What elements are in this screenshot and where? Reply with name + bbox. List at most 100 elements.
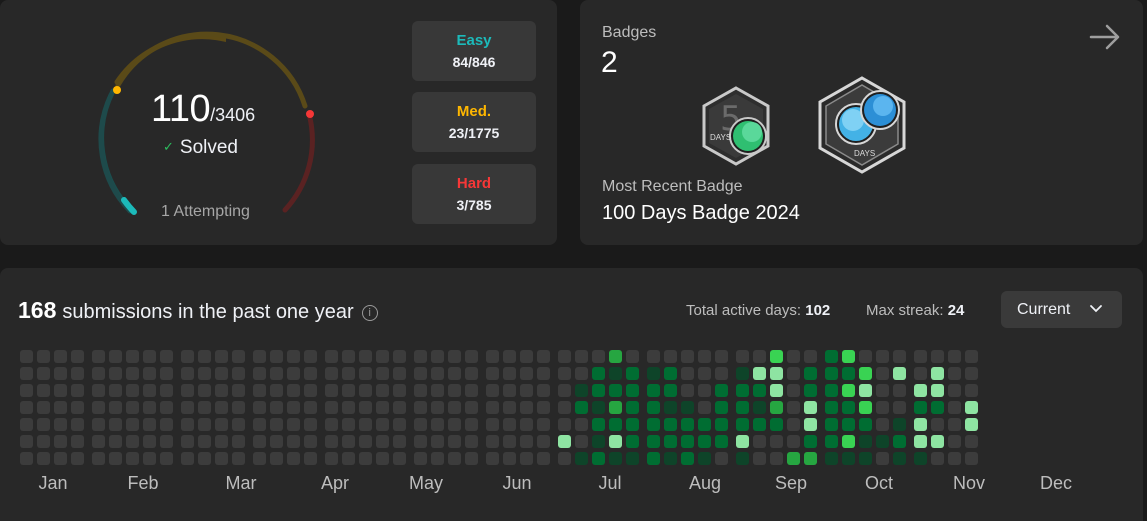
heatmap-cell[interactable] [232, 350, 245, 363]
heatmap-cell[interactable] [253, 418, 266, 431]
heatmap-cell[interactable] [715, 435, 728, 448]
heatmap-cell[interactable] [931, 384, 944, 397]
heatmap-cell[interactable] [681, 401, 694, 414]
heatmap-cell[interactable] [558, 418, 571, 431]
heatmap-cell[interactable] [54, 452, 67, 465]
heatmap-cell[interactable] [376, 350, 389, 363]
heatmap-cell[interactable] [126, 367, 139, 380]
heatmap-cell[interactable] [287, 384, 300, 397]
heatmap-cell[interactable] [325, 350, 338, 363]
heatmap-cell[interactable] [520, 350, 533, 363]
heatmap-cell[interactable] [698, 401, 711, 414]
heatmap-cell[interactable] [431, 401, 444, 414]
heatmap-cell[interactable] [376, 367, 389, 380]
heatmap-cell[interactable] [592, 418, 605, 431]
heatmap-cell[interactable] [681, 350, 694, 363]
heatmap-cell[interactable] [215, 401, 228, 414]
heatmap-cell[interactable] [160, 384, 173, 397]
heatmap-cell[interactable] [893, 350, 906, 363]
heatmap-cell[interactable] [143, 401, 156, 414]
heatmap-cell[interactable] [893, 384, 906, 397]
heatmap-cell[interactable] [143, 367, 156, 380]
heatmap-cell[interactable] [270, 435, 283, 448]
heatmap-cell[interactable] [325, 384, 338, 397]
heatmap-cell[interactable] [876, 418, 889, 431]
heatmap-cell[interactable] [448, 418, 461, 431]
heatmap-cell[interactable] [965, 384, 978, 397]
heatmap-cell[interactable] [842, 435, 855, 448]
heatmap-cell[interactable] [126, 435, 139, 448]
heatmap-cell[interactable] [486, 435, 499, 448]
heatmap-cell[interactable] [215, 350, 228, 363]
heatmap-cell[interactable] [804, 367, 817, 380]
heatmap-cell[interactable] [359, 418, 372, 431]
heatmap-cell[interactable] [698, 384, 711, 397]
heatmap-cell[interactable] [359, 350, 372, 363]
heatmap-cell[interactable] [520, 435, 533, 448]
heatmap-cell[interactable] [664, 384, 677, 397]
heatmap-cell[interactable] [520, 452, 533, 465]
heatmap-cell[interactable] [626, 401, 639, 414]
year-select[interactable]: Current [1001, 291, 1122, 328]
heatmap-cell[interactable] [198, 452, 211, 465]
heatmap-cell[interactable] [359, 401, 372, 414]
info-icon[interactable]: i [361, 305, 378, 321]
heatmap-cell[interactable] [431, 367, 444, 380]
heatmap-cell[interactable] [804, 435, 817, 448]
heatmap-cell[interactable] [448, 384, 461, 397]
heatmap-cell[interactable] [647, 418, 660, 431]
heatmap-cell[interactable] [558, 452, 571, 465]
heatmap-cell[interactable] [575, 384, 588, 397]
heatmap-cell[interactable] [503, 435, 516, 448]
heatmap-cell[interactable] [54, 435, 67, 448]
heatmap-cell[interactable] [253, 452, 266, 465]
heatmap-cell[interactable] [287, 418, 300, 431]
heatmap-cell[interactable] [215, 435, 228, 448]
heatmap-cell[interactable] [965, 367, 978, 380]
heatmap-cell[interactable] [143, 350, 156, 363]
heatmap-cell[interactable] [715, 401, 728, 414]
heatmap-cell[interactable] [592, 401, 605, 414]
heatmap-cell[interactable] [537, 435, 550, 448]
heatmap-cell[interactable] [931, 452, 944, 465]
heatmap-cell[interactable] [575, 418, 588, 431]
heatmap-cell[interactable] [825, 452, 838, 465]
heatmap-cell[interactable] [503, 367, 516, 380]
heatmap-cell[interactable] [486, 452, 499, 465]
heatmap-cell[interactable] [558, 401, 571, 414]
heatmap-cell[interactable] [465, 384, 478, 397]
heatmap-cell[interactable] [342, 350, 355, 363]
heatmap-cell[interactable] [715, 418, 728, 431]
heatmap-cell[interactable] [609, 401, 622, 414]
heatmap-cell[interactable] [681, 435, 694, 448]
heatmap-cell[interactable] [359, 367, 372, 380]
heatmap-cell[interactable] [232, 435, 245, 448]
heatmap-cell[interactable] [736, 452, 749, 465]
heatmap-cell[interactable] [698, 350, 711, 363]
heatmap-cell[interactable] [914, 435, 927, 448]
heatmap-cell[interactable] [736, 367, 749, 380]
heatmap-cell[interactable] [270, 367, 283, 380]
heatmap-cell[interactable] [486, 418, 499, 431]
heatmap-cell[interactable] [465, 435, 478, 448]
heatmap-cell[interactable] [71, 367, 84, 380]
heatmap-cell[interactable] [804, 418, 817, 431]
heatmap-cell[interactable] [181, 367, 194, 380]
heatmap-cell[interactable] [304, 401, 317, 414]
heatmap-cell[interactable] [503, 418, 516, 431]
heatmap-cell[interactable] [715, 384, 728, 397]
heatmap-cell[interactable] [948, 401, 961, 414]
heatmap-cell[interactable] [376, 418, 389, 431]
heatmap-cell[interactable] [304, 350, 317, 363]
heatmap-cell[interactable] [770, 418, 783, 431]
heatmap-cell[interactable] [342, 401, 355, 414]
heatmap-cell[interactable] [160, 401, 173, 414]
heatmap-cell[interactable] [893, 418, 906, 431]
heatmap-cell[interactable] [143, 435, 156, 448]
heatmap-cell[interactable] [253, 367, 266, 380]
heatmap-cell[interactable] [876, 435, 889, 448]
heatmap-cell[interactable] [215, 452, 228, 465]
heatmap-cell[interactable] [609, 435, 622, 448]
heatmap-cell[interactable] [965, 401, 978, 414]
heatmap-cell[interactable] [520, 384, 533, 397]
